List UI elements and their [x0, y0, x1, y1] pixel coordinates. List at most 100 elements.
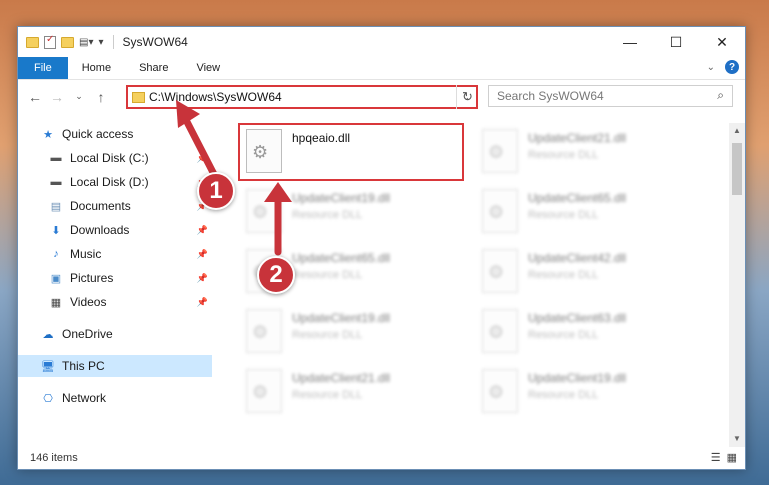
file-name: UpdateClient19.dll [292, 311, 391, 325]
sidebar-item-label: Music [70, 247, 102, 261]
up-icon[interactable]: ↑ [90, 89, 112, 105]
downloads-icon: ⬇ [51, 224, 61, 237]
file-type: Resource DLL [528, 389, 599, 401]
callout-arrow-2 [264, 182, 292, 256]
sidebar-item-label: Downloads [70, 223, 130, 237]
file-name: UpdateClient63.dll [528, 311, 627, 325]
file-item[interactable]: ⚙ UpdateClient63.dll Resource DLL [476, 305, 706, 357]
callout-badge-1: 1 [197, 172, 235, 210]
sidebar-item-pictures[interactable]: ▣ Pictures 📌 [18, 267, 212, 289]
pin-icon[interactable]: 📌 [197, 273, 208, 284]
star-icon: ★ [43, 128, 53, 141]
sidebar-item-onedrive[interactable]: ☁ OneDrive [18, 323, 212, 345]
sidebar-item-videos[interactable]: ▦ Videos 📌 [18, 291, 212, 313]
file-type: Resource DLL [292, 329, 363, 341]
file-item[interactable]: ⚙ UpdateClient42.dll Resource DLL [476, 245, 706, 297]
sidebar-item-label: Pictures [70, 271, 114, 285]
file-type: Resource DLL [292, 269, 363, 281]
documents-icon: ▤ [50, 200, 62, 213]
file-item[interactable]: ⚙ UpdateClient21.dll Resource DLL [240, 365, 470, 417]
dll-file-icon: ⚙ [246, 369, 282, 413]
sidebar-item-label: Videos [70, 295, 107, 309]
pin-icon[interactable]: 📌 [197, 249, 208, 260]
title-bar: ▤▾ ▾ SysWOW64 — ☐ ✕ [18, 27, 745, 57]
status-bar: 146 items ☰ ▦ [18, 447, 745, 469]
file-name: UpdateClient42.dll [528, 251, 627, 265]
tab-home[interactable]: Home [68, 57, 125, 79]
tab-share[interactable]: Share [125, 57, 182, 79]
sidebar-item-music[interactable]: ♪ Music 📌 [18, 243, 212, 265]
dll-file-icon: ⚙ [482, 309, 518, 353]
sidebar-item-label: Network [62, 391, 107, 405]
sidebar-item-label: Documents [70, 199, 131, 213]
sidebar-item-documents[interactable]: ▤ Documents 📌 [18, 195, 212, 217]
expand-ribbon-icon[interactable]: ⌄ [707, 62, 715, 73]
back-icon[interactable]: ← [24, 89, 46, 105]
dll-file-icon: ⚙ [246, 309, 282, 353]
navigation-bar: ← → ⌄ ↑ C:\Windows\SysWOW64 ⌄ ↻ Search S… [18, 79, 745, 113]
divider [112, 35, 114, 49]
window-title: SysWOW64 [122, 35, 188, 49]
file-item[interactable]: ⚙ UpdateClient19.dll Resource DLL [240, 305, 470, 357]
folder-icon [26, 36, 39, 48]
computer-icon: 🖥 [41, 360, 55, 373]
scrollbar-thumb[interactable] [732, 143, 742, 195]
help-icon[interactable]: ? [725, 60, 739, 74]
close-button[interactable]: ✕ [699, 27, 745, 57]
file-type: Resource DLL [292, 389, 363, 401]
dll-file-icon: ⚙ [482, 189, 518, 233]
file-name: UpdateClient21.dll [528, 131, 627, 145]
dll-file-icon: ⚙ [482, 369, 518, 413]
new-folder-icon[interactable] [61, 36, 74, 48]
file-name: UpdateClient19.dll [292, 191, 391, 205]
pin-icon[interactable]: 📌 [197, 225, 208, 236]
file-item[interactable]: ⚙ UpdateClient65.dll Resource DLL [476, 185, 706, 237]
music-icon: ♪ [53, 248, 59, 260]
search-placeholder: Search SysWOW64 [497, 89, 604, 103]
vertical-scrollbar[interactable]: ▲ ▼ [729, 123, 745, 447]
details-view-icon[interactable]: ☰ [711, 451, 721, 464]
recent-locations-icon[interactable]: ⌄ [68, 91, 90, 102]
videos-icon: ▦ [50, 296, 62, 309]
tab-view[interactable]: View [182, 57, 234, 79]
scroll-down-icon[interactable]: ▼ [729, 431, 745, 447]
file-name: UpdateClient65.dll [292, 251, 391, 265]
file-highlight-box [238, 123, 464, 181]
gear-icon: ⚙ [488, 322, 505, 342]
pictures-icon: ▣ [50, 272, 62, 285]
dll-file-icon: ⚙ [482, 249, 518, 293]
sidebar-item-label: Quick access [62, 127, 134, 141]
sidebar-item-network[interactable]: ⎔ Network [18, 387, 212, 409]
refresh-icon[interactable]: ↻ [456, 85, 478, 109]
tab-file[interactable]: File [18, 57, 68, 79]
network-icon: ⎔ [43, 392, 53, 405]
gear-icon: ⚙ [488, 382, 505, 402]
search-icon[interactable]: ⌕ [717, 88, 724, 103]
cloud-icon: ☁ [42, 328, 54, 341]
file-name: UpdateClient65.dll [528, 191, 627, 205]
search-input[interactable]: Search SysWOW64 ⌕ [488, 85, 733, 107]
properties-icon[interactable] [44, 34, 56, 49]
sidebar-item-label: This PC [62, 359, 105, 373]
callout-badge-2: 2 [257, 256, 295, 294]
forward-icon[interactable]: → [46, 89, 68, 105]
large-icons-view-icon[interactable]: ▦ [727, 451, 737, 464]
file-item[interactable]: ⚙ UpdateClient21.dll Resource DLL [476, 125, 706, 177]
gear-icon: ⚙ [488, 262, 505, 282]
file-type: Resource DLL [528, 149, 599, 161]
sidebar-item-label: Local Disk (D:) [70, 175, 149, 189]
sidebar-item-downloads[interactable]: ⬇ Downloads 📌 [18, 219, 212, 241]
sidebar-item-this-pc[interactable]: 🖥 This PC [18, 355, 212, 377]
minimize-button[interactable]: — [607, 27, 653, 57]
drive-icon: ▬ [50, 176, 62, 188]
customize-toolbar-icon[interactable]: ▤▾ [79, 37, 93, 48]
pin-icon[interactable]: 📌 [197, 297, 208, 308]
scroll-up-icon[interactable]: ▲ [729, 123, 745, 139]
dropdown-icon[interactable]: ▾ [98, 37, 103, 48]
file-item[interactable]: ⚙ UpdateClient19.dll Resource DLL [476, 365, 706, 417]
file-type: Resource DLL [528, 269, 599, 281]
maximize-button[interactable]: ☐ [653, 27, 699, 57]
drive-icon: ▬ [50, 152, 62, 164]
gear-icon: ⚙ [488, 202, 505, 222]
file-name: UpdateClient21.dll [292, 371, 391, 385]
